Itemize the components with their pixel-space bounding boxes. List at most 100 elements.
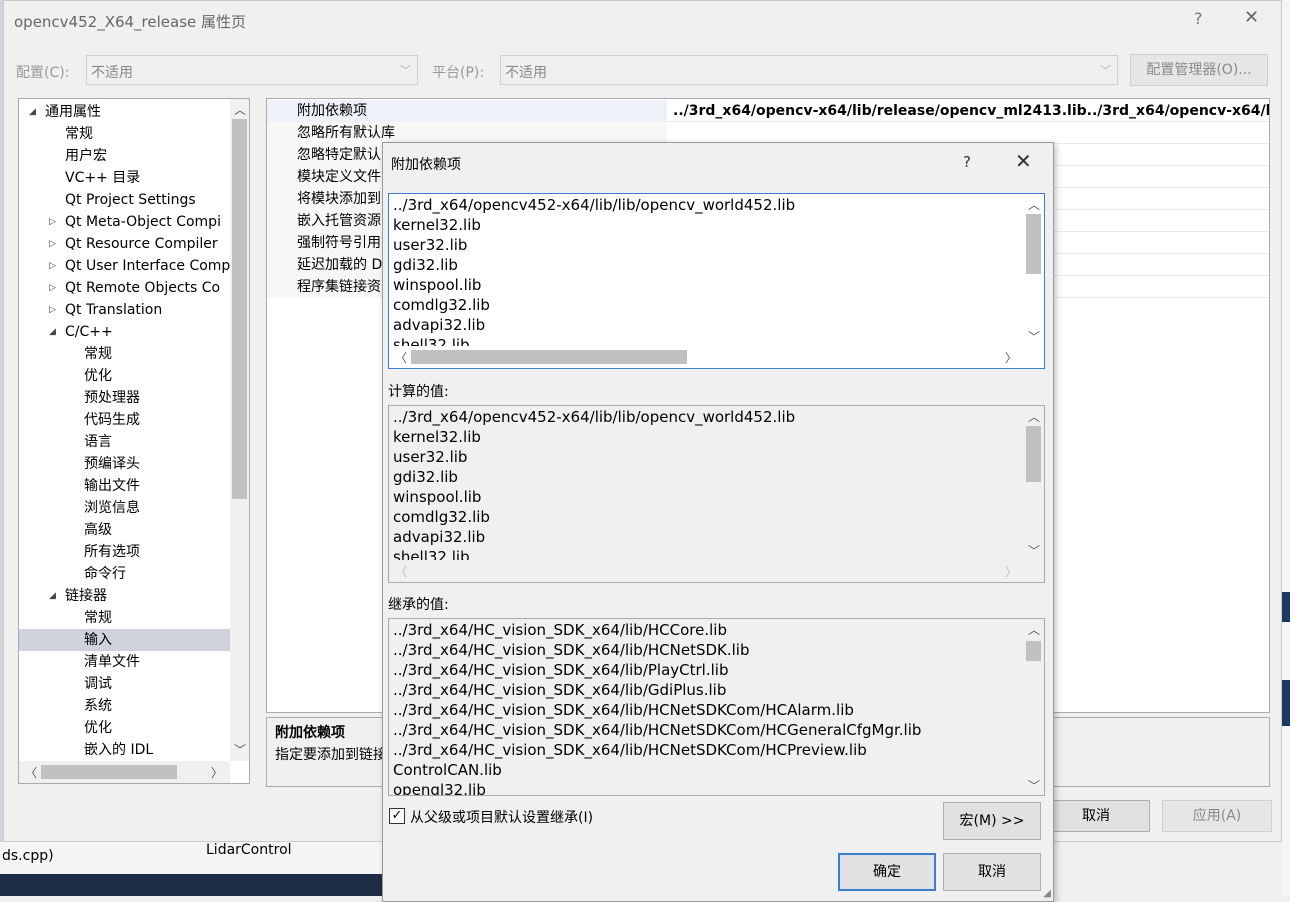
tree-item[interactable]: ◢ 通用属性 xyxy=(19,101,230,123)
scroll-thumb[interactable] xyxy=(232,119,247,499)
tree-item[interactable]: 用户宏 xyxy=(19,145,230,167)
chevron-down-icon[interactable]: ﹀ xyxy=(1028,777,1040,794)
chevron-down-icon[interactable]: ﹀ xyxy=(1028,328,1040,345)
expand-arrow-icon[interactable]: ▷ xyxy=(49,233,56,255)
tree-item-label: 清单文件 xyxy=(84,654,140,670)
scroll-thumb[interactable] xyxy=(1026,426,1041,482)
scroll-thumb[interactable] xyxy=(1026,641,1041,661)
scroll-thumb[interactable] xyxy=(1026,214,1041,274)
computed-line: advapi32.lib xyxy=(393,528,486,546)
inherited-vertical-scrollbar[interactable]: ︿ ﹀ xyxy=(1023,619,1044,795)
edit-vertical-scrollbar[interactable]: ︿ ﹀ xyxy=(1023,194,1044,346)
property-tree[interactable]: ◢ 通用属性 常规 用户宏 VC++ 目录 Qt Project Settings ▷ Qt … xyxy=(18,98,250,784)
help-button[interactable]: ? xyxy=(963,153,971,171)
tree-item[interactable]: 常规 xyxy=(19,607,230,629)
tree-item[interactable]: 命令行 xyxy=(19,563,230,585)
chevron-up-icon[interactable]: ︿ xyxy=(1028,196,1040,213)
tree-item[interactable]: 语言 xyxy=(19,431,230,453)
collapse-arrow-icon[interactable]: ◢ xyxy=(29,101,36,123)
tree-item[interactable]: Qt Project Settings xyxy=(19,189,230,211)
chevron-left-icon[interactable]: 〈 xyxy=(395,563,407,580)
chevron-right-icon[interactable]: 〉 xyxy=(211,764,223,781)
config-select[interactable]: 不适用 ﹀ xyxy=(86,55,418,85)
tree-horizontal-scrollbar[interactable]: 〈 〉 xyxy=(19,761,230,783)
dependencies-edit-box[interactable]: ../3rd_x64/opencv452-x64/lib/lib/opencv_… xyxy=(388,193,1045,369)
inherit-checkbox-label[interactable]: 从父级或项目默认设置继承(I) xyxy=(410,807,593,827)
scroll-thumb[interactable] xyxy=(41,765,177,779)
tree-item[interactable]: ▷ Qt Resource Compiler xyxy=(19,233,230,255)
tree-item-label: 系统 xyxy=(84,698,112,714)
tree-item[interactable]: ▷ Qt Translation xyxy=(19,299,230,321)
chevron-up-icon[interactable]: ︿ xyxy=(1028,408,1040,425)
apply-button[interactable]: 应用(A) xyxy=(1162,800,1272,832)
property-row[interactable]: 忽略所有默认库 xyxy=(267,122,1269,144)
tree-item[interactable]: 常规 xyxy=(19,343,230,365)
tree-item-label: 浏览信息 xyxy=(84,500,140,516)
expand-arrow-icon[interactable]: ▷ xyxy=(49,211,56,233)
macro-button[interactable]: 宏(M) >> xyxy=(943,802,1041,840)
collapse-arrow-icon[interactable]: ◢ xyxy=(49,321,56,343)
tree-item[interactable]: 浏览信息 xyxy=(19,497,230,519)
tree-item[interactable]: 预编译头 xyxy=(19,453,230,475)
scroll-thumb[interactable] xyxy=(411,350,687,364)
tree-item[interactable]: 预处理器 xyxy=(19,387,230,409)
chevron-left-icon[interactable]: 〈 xyxy=(25,764,37,781)
platform-select[interactable]: 不适用 ﹀ xyxy=(500,55,1118,85)
tree-item[interactable]: 常规 xyxy=(19,123,230,145)
computed-horizontal-scrollbar[interactable]: 〈 〉 xyxy=(389,560,1023,582)
expand-arrow-icon[interactable]: ▷ xyxy=(49,299,56,321)
tree-item[interactable]: ◢ 链接器 xyxy=(19,585,230,607)
tree-item[interactable]: 优化 xyxy=(19,717,230,739)
chevron-right-icon[interactable]: 〉 xyxy=(1005,349,1017,366)
close-icon[interactable]: ✕ xyxy=(1244,7,1259,28)
resize-grip-icon[interactable]: ◢ xyxy=(1043,888,1051,899)
computed-vertical-scrollbar[interactable]: ︿ ﹀ xyxy=(1023,406,1044,560)
tree-item[interactable]: 清单文件 xyxy=(19,651,230,673)
tree-item[interactable]: 系统 xyxy=(19,695,230,717)
tree-item[interactable]: ▷ Qt Remote Objects Co xyxy=(19,277,230,299)
tree-item[interactable]: 优化 xyxy=(19,365,230,387)
tree-item[interactable]: 输出文件 xyxy=(19,475,230,497)
tree-item[interactable]: 嵌入的 IDL xyxy=(19,739,230,761)
expand-arrow-icon[interactable]: ▷ xyxy=(49,255,56,277)
chevron-up-icon[interactable]: ︿ xyxy=(1028,621,1040,638)
dependency-line: user32.lib xyxy=(393,236,468,254)
tree-item[interactable]: ▷ Qt Meta-Object Compi xyxy=(19,211,230,233)
help-button[interactable]: ? xyxy=(1194,9,1203,28)
computed-values-box[interactable]: ../3rd_x64/opencv452-x64/lib/lib/opencv_… xyxy=(388,405,1045,583)
inherit-checkbox[interactable]: ✓ xyxy=(389,808,405,824)
property-value[interactable]: ../3rd_x64/opencv-x64/lib/release/opencv… xyxy=(673,100,1269,122)
property-row[interactable]: 附加依赖项 ../3rd_x64/opencv-x64/lib/release/o… xyxy=(267,100,1269,122)
close-icon[interactable]: ✕ xyxy=(1015,149,1032,173)
tree-item[interactable]: VC++ 目录 xyxy=(19,167,230,189)
background-dark-band xyxy=(1282,680,1290,726)
background-dark-band xyxy=(1282,592,1290,622)
tree-item-label: 语言 xyxy=(84,434,112,450)
tree-vertical-scrollbar[interactable]: ︿ ﹀ xyxy=(230,99,249,761)
chevron-down-icon[interactable]: ﹀ xyxy=(1028,542,1040,559)
inherited-line: ../3rd_x64/HC_vision_SDK_x64/lib/HCNetSD… xyxy=(393,721,922,739)
tree-item[interactable]: 所有选项 xyxy=(19,541,230,563)
tree-item[interactable]: 代码生成 xyxy=(19,409,230,431)
cancel-button[interactable]: 取消 xyxy=(1042,800,1150,832)
expand-arrow-icon[interactable]: ▷ xyxy=(49,277,56,299)
tree-item-label: 所有选项 xyxy=(84,544,140,560)
chevron-right-icon[interactable]: 〉 xyxy=(1005,563,1017,580)
collapse-arrow-icon[interactable]: ◢ xyxy=(49,585,56,607)
tree-item[interactable]: ◢ C/C++ xyxy=(19,321,230,343)
tree-item[interactable]: 调试 xyxy=(19,673,230,695)
background-taskbar xyxy=(0,874,382,896)
edit-horizontal-scrollbar[interactable]: 〈 〉 xyxy=(389,346,1023,368)
ok-button[interactable]: 确定 xyxy=(838,853,936,891)
inherited-values-label: 继承的值: xyxy=(388,597,449,613)
inherited-values-box[interactable]: ../3rd_x64/HC_vision_SDK_x64/lib/HCCore.… xyxy=(388,618,1045,796)
config-manager-button[interactable]: 配置管理器(O)... xyxy=(1130,54,1268,86)
tree-item[interactable]: 高级 xyxy=(19,519,230,541)
background-project-text: LidarControl xyxy=(206,842,292,858)
cancel-button[interactable]: 取消 xyxy=(943,853,1041,891)
chevron-down-icon[interactable]: ﹀ xyxy=(234,741,246,758)
tree-item[interactable]: ▷ Qt User Interface Comp xyxy=(19,255,230,277)
tree-item[interactable]: 输入 xyxy=(19,629,230,651)
chevron-up-icon[interactable]: ︿ xyxy=(234,101,246,118)
chevron-left-icon[interactable]: 〈 xyxy=(395,349,407,366)
